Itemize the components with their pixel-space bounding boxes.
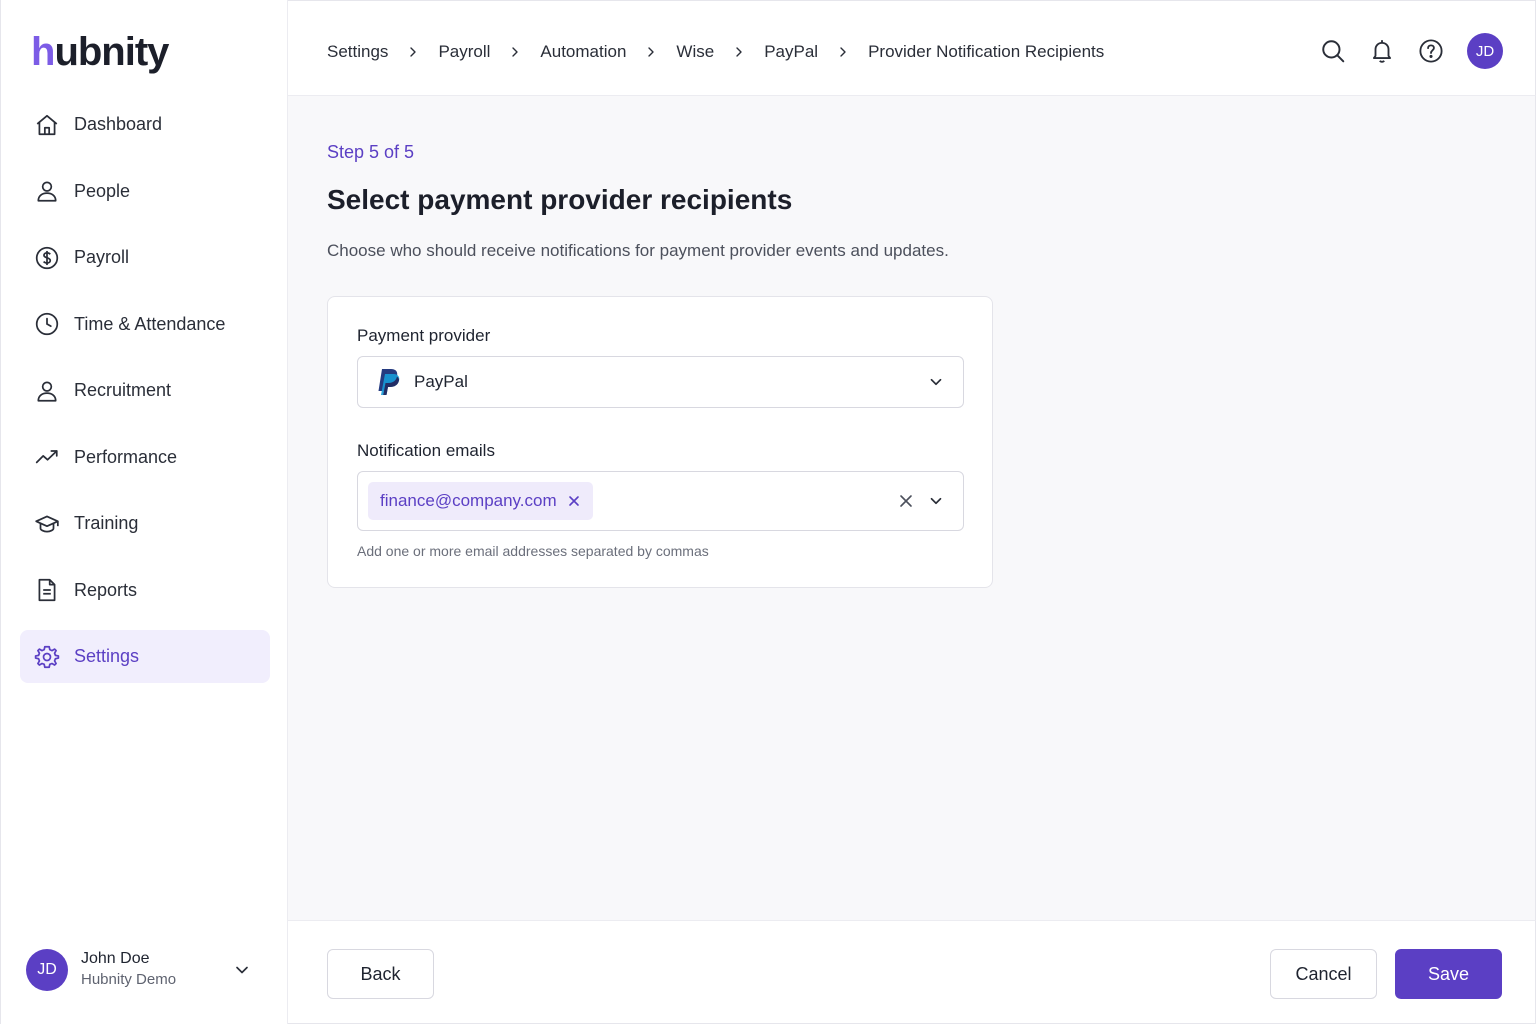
cancel-button[interactable]: Cancel (1270, 949, 1377, 999)
sidebar-item-label: Training (74, 513, 139, 533)
breadcrumb-wise[interactable]: Wise (676, 42, 714, 62)
user-info: John Doe Hubnity Demo (81, 949, 176, 991)
email-chip: finance@company.com (368, 482, 593, 520)
search-icon[interactable] (1320, 38, 1346, 64)
trend-up-icon (35, 450, 58, 464)
sidebar: hubnity Dashboard People Payroll Time & … (0, 0, 288, 1024)
sidebar-item-reports[interactable]: Reports (20, 564, 270, 617)
sidebar-item-label: Time & Attendance (74, 313, 226, 334)
emails-hint: Add one or more email addresses separate… (357, 543, 709, 559)
user-name: John Doe (81, 950, 150, 967)
chevron-down-icon[interactable] (232, 960, 252, 980)
sidebar-nav: Dashboard People Payroll Time & Attendan… (20, 98, 270, 697)
close-icon[interactable] (567, 494, 581, 508)
sidebar-item-label: Settings (74, 646, 140, 666)
chevron-right-icon (840, 47, 846, 57)
chevron-right-icon (648, 47, 655, 57)
sidebar-item-label: Performance (74, 446, 178, 467)
sidebar-item-dashboard[interactable]: Dashboard (20, 98, 270, 151)
topbar-avatar[interactable]: JD (1467, 33, 1503, 69)
step-indicator: Step 5 of 5 (327, 142, 415, 162)
breadcrumb-paypal[interactable]: PayPal (764, 42, 818, 62)
payment-provider-label: Payment provider (357, 326, 491, 345)
user-menu[interactable]: JD John Doe Hubnity Demo (26, 948, 266, 992)
sidebar-item-label: Payroll (74, 247, 130, 267)
recipients-form-card: Payment provider PayPal Notification ema… (327, 296, 993, 588)
payment-provider-select[interactable]: PayPal (357, 356, 964, 408)
page-title: Select payment provider recipients (327, 184, 793, 215)
topbar: Settings Payroll Automation Wise PayPal … (288, 0, 1536, 96)
chevron-down-icon (930, 378, 942, 386)
clock-icon (35, 312, 59, 336)
chevron-right-icon (736, 47, 742, 57)
main-content: Step 5 of 5 Select payment provider reci… (288, 96, 1536, 920)
sidebar-item-label: Recruitment (74, 380, 172, 400)
breadcrumb-settings[interactable]: Settings (327, 42, 388, 62)
breadcrumb-automation[interactable]: Automation (540, 42, 626, 62)
sidebar-item-label: People (74, 180, 131, 201)
graduation-cap-icon (35, 515, 59, 532)
notification-emails-label: Notification emails (357, 441, 495, 460)
save-button[interactable]: Save (1395, 949, 1502, 999)
topbar-actions: JD (1320, 33, 1503, 69)
footer-actions: Back Cancel Save (288, 920, 1536, 1024)
user-org: Hubnity Demo (81, 971, 177, 988)
back-button[interactable]: Back (327, 949, 434, 999)
clear-all-icon[interactable] (899, 494, 913, 508)
breadcrumb-payroll[interactable]: Payroll (438, 42, 490, 62)
chevron-right-icon (410, 47, 417, 57)
bell-icon[interactable] (1369, 38, 1395, 64)
sidebar-item-label: Dashboard (74, 114, 163, 134)
breadcrumb: Settings Payroll Automation Wise PayPal … (327, 41, 1104, 63)
document-icon (38, 578, 56, 602)
avatar: JD (26, 949, 68, 991)
email-chip-label: finance@company.com (380, 491, 557, 510)
sidebar-item-time-attendance[interactable]: Time & Attendance (20, 298, 270, 351)
notification-emails-input[interactable]: finance@company.com (357, 471, 964, 531)
chevron-right-icon (512, 47, 519, 57)
gear-icon (34, 645, 60, 668)
person-icon (37, 181, 57, 202)
sidebar-item-people[interactable]: People (20, 165, 270, 218)
sidebar-item-recruitment[interactable]: Recruitment (20, 364, 270, 417)
sidebar-item-settings[interactable]: Settings (20, 630, 270, 683)
sidebar-item-label: Reports (74, 579, 138, 600)
payment-provider-value: PayPal (414, 372, 468, 391)
breadcrumb-current: Provider Notification Recipients (868, 42, 1105, 61)
page-description: Choose who should receive notifications … (327, 241, 949, 260)
paypal-logo-icon (378, 369, 400, 395)
dollar-circle-icon (35, 246, 59, 269)
sidebar-item-training[interactable]: Training (20, 497, 270, 550)
home-icon (36, 114, 58, 135)
help-icon[interactable] (1418, 38, 1444, 64)
sidebar-item-performance[interactable]: Performance (20, 431, 270, 484)
person-icon (37, 380, 57, 402)
chevron-down-icon[interactable] (927, 492, 945, 510)
sidebar-item-payroll[interactable]: Payroll (20, 231, 270, 284)
hubnity-logo[interactable]: hubnity (31, 28, 169, 76)
